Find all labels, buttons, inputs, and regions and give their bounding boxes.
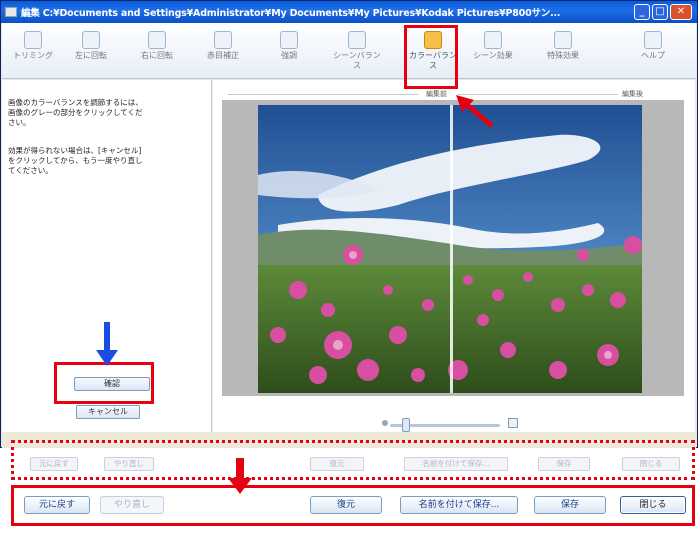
screenshot-stage: 編集 C:¥Documents and Settings¥Administrat… xyxy=(0,0,698,552)
red-diagonal-arrow xyxy=(456,95,494,128)
blue-down-arrow xyxy=(96,322,118,366)
red-down-arrow xyxy=(228,458,252,494)
annotation-arrows xyxy=(96,95,494,494)
